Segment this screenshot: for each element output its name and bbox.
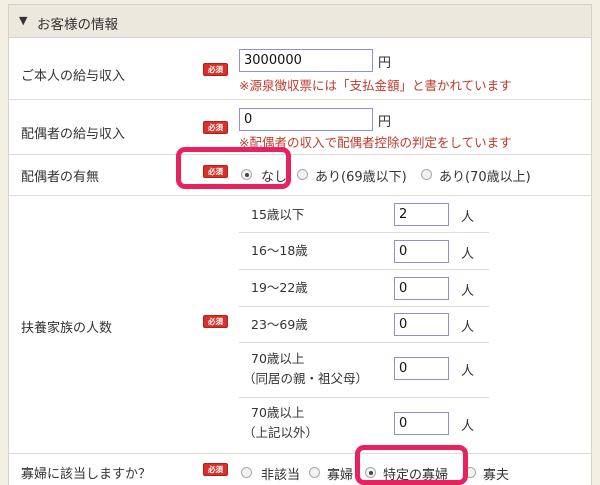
required-badge: 必須: [203, 63, 228, 76]
widow-specified-radio[interactable]: [365, 467, 376, 478]
customer-info-panel: ▼ お客様の情報 ご本人の給与収入 必須 円 ※源泉徴収票には「支払金額」と書か…: [8, 4, 592, 485]
spouse-70-over-radio[interactable]: [421, 169, 432, 180]
salary-unit: 円: [378, 56, 392, 71]
required-badge: 必須: [203, 165, 228, 178]
spouse-69-under-label[interactable]: あり(69歳以下): [315, 166, 407, 185]
dependents-age-23-69: 23〜69歳 人: [239, 307, 489, 343]
spouse-salary-label: 配偶者の給与収入: [21, 127, 126, 142]
spouse-salary-unit: 円: [378, 115, 392, 130]
age-band-label: 23〜69歳: [251, 317, 308, 332]
spouse-presence-label: 配偶者の有無: [21, 170, 100, 185]
spouse-none-radio[interactable]: [241, 169, 252, 180]
widower-label[interactable]: 寡夫: [483, 464, 509, 483]
dependents-19-22-input[interactable]: [394, 277, 449, 300]
spouse-69-under-radio[interactable]: [297, 169, 308, 180]
dependents-age-16-18: 16〜18歳 人: [239, 233, 489, 270]
age-band-label: 70歳以上: [251, 405, 305, 420]
person-unit: 人: [461, 210, 475, 225]
person-unit: 人: [461, 364, 475, 379]
age-band-label: 16〜18歳: [251, 243, 308, 258]
collapse-triangle-icon[interactable]: ▼: [19, 14, 27, 27]
salary-row: ご本人の給与収入 必須 円 ※源泉徴収票には「支払金額」と書かれています: [9, 38, 591, 100]
section-header[interactable]: ▼ お客様の情報: [9, 5, 591, 38]
dependents-15-under-input[interactable]: [394, 203, 449, 226]
age-band-label: 70歳以上: [251, 351, 305, 366]
dependents-70-over-cohabiting-input[interactable]: [394, 357, 449, 380]
widow-row: 寡婦に該当しますか？ 必須 非該当 寡婦 特定の寡婦 寡夫: [9, 454, 591, 485]
dependents-age-15-under: 15歳以下 人: [239, 196, 489, 233]
salary-label: ご本人の給与収入: [21, 69, 126, 84]
spouse-salary-input[interactable]: [239, 108, 373, 131]
age-band-label: 19〜22歳: [251, 280, 308, 295]
section-title: お客様の情報: [37, 17, 118, 33]
age-band-sublabel: （上記以外）: [243, 425, 319, 440]
widow-label: 寡婦に該当しますか？: [21, 467, 152, 482]
dependents-16-18-input[interactable]: [394, 240, 449, 263]
widow-not-applicable-radio[interactable]: [241, 467, 252, 478]
person-unit: 人: [461, 419, 475, 434]
widow-not-applicable-label[interactable]: 非該当: [261, 464, 300, 483]
salary-input[interactable]: [239, 49, 373, 72]
person-unit: 人: [461, 284, 475, 299]
person-unit: 人: [461, 247, 475, 262]
spouse-none-label[interactable]: なし: [261, 166, 287, 185]
dependents-70-over-other: 70歳以上 （上記以外） 人: [239, 398, 489, 454]
dependents-label: 扶養家族の人数: [21, 321, 113, 336]
spouse-presence-row: 配偶者の有無 必須 なし あり(69歳以下) あり(70歳以上): [9, 155, 591, 196]
dependents-23-69-input[interactable]: [394, 313, 449, 336]
dependents-70-over-other-input[interactable]: [394, 412, 449, 435]
required-badge: 必須: [203, 121, 228, 134]
widower-radio[interactable]: [465, 467, 476, 478]
dependents-row: 扶養家族の人数 必須 15歳以下 人 16〜18歳 人 19〜22歳 人 23〜…: [9, 196, 591, 454]
dependents-age-19-22: 19〜22歳 人: [239, 270, 489, 307]
age-band-label: 15歳以下: [251, 207, 305, 222]
spouse-70-over-label[interactable]: あり(70歳以上): [439, 166, 531, 185]
salary-note: ※源泉徴収票には「支払金額」と書かれています: [239, 78, 512, 93]
widow-option-label[interactable]: 寡婦: [327, 464, 353, 483]
spouse-salary-note: ※配偶者の収入で配偶者控除の判定をしています: [239, 135, 512, 150]
widow-specified-label[interactable]: 特定の寡婦: [383, 464, 448, 483]
required-badge: 必須: [203, 463, 228, 476]
spouse-salary-row: 配偶者の給与収入 必須 円 ※配偶者の収入で配偶者控除の判定をしています: [9, 100, 591, 155]
widow-radio[interactable]: [309, 467, 320, 478]
dependents-70-over-cohabiting: 70歳以上 （同居の親・祖父母） 人: [239, 343, 489, 398]
required-badge: 必須: [203, 315, 228, 328]
age-band-sublabel: （同居の親・祖父母）: [243, 371, 369, 386]
person-unit: 人: [461, 320, 475, 335]
